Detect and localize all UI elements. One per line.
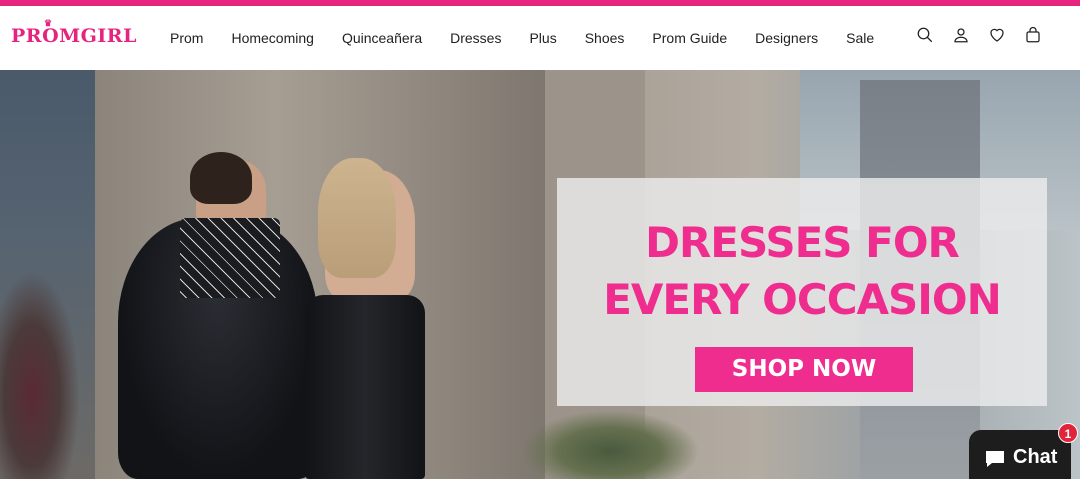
nav-item-homecoming[interactable]: Homecoming bbox=[231, 30, 313, 46]
site-header: ♛ PROMGIRL Prom Homecoming Quinceañera D… bbox=[0, 6, 1080, 70]
promo-headline-line-2: EVERY OCCASION bbox=[603, 275, 1002, 324]
nav-item-sale[interactable]: Sale bbox=[846, 30, 874, 46]
model-1-beaded-bodice bbox=[180, 218, 280, 298]
logo-text: PROMGIRL bbox=[11, 25, 137, 47]
shop-now-button[interactable]: SHOP NOW bbox=[695, 347, 913, 392]
chat-label: Chat bbox=[1013, 446, 1058, 468]
hero-plant-left bbox=[0, 270, 80, 479]
hero-banner[interactable]: DRESSES FOR EVERY OCCASION SHOP NOW bbox=[0, 70, 1080, 479]
model-1-hair bbox=[190, 152, 252, 204]
model-2-hair bbox=[318, 158, 396, 278]
model-2-dress bbox=[305, 295, 425, 479]
account-icon[interactable] bbox=[952, 26, 970, 44]
promo-headline-line-1: DRESSES FOR bbox=[645, 218, 960, 267]
promgirl-logo[interactable]: ♛ PROMGIRL bbox=[11, 19, 137, 47]
cart-bag-icon[interactable] bbox=[1024, 26, 1042, 44]
nav-item-prom-guide[interactable]: Prom Guide bbox=[652, 30, 727, 46]
promo-overlay: DRESSES FOR EVERY OCCASION SHOP NOW bbox=[557, 178, 1047, 406]
hero-plant-right bbox=[520, 410, 700, 479]
wishlist-heart-icon[interactable] bbox=[988, 26, 1006, 44]
nav-item-plus[interactable]: Plus bbox=[529, 30, 556, 46]
nav-item-dresses[interactable]: Dresses bbox=[450, 30, 501, 46]
search-icon[interactable] bbox=[916, 26, 934, 44]
chat-widget-button[interactable]: Chat bbox=[969, 430, 1071, 479]
nav-item-shoes[interactable]: Shoes bbox=[585, 30, 625, 46]
nav-item-designers[interactable]: Designers bbox=[755, 30, 818, 46]
nav-item-prom[interactable]: Prom bbox=[170, 30, 203, 46]
nav-item-quinceanera[interactable]: Quinceañera bbox=[342, 30, 422, 46]
chat-unread-badge: 1 bbox=[1058, 423, 1078, 443]
header-icons bbox=[916, 26, 1042, 44]
main-nav: Prom Homecoming Quinceañera Dresses Plus… bbox=[156, 6, 888, 70]
chat-bubble-icon bbox=[983, 448, 1007, 470]
crown-icon: ♛ bbox=[44, 19, 53, 29]
